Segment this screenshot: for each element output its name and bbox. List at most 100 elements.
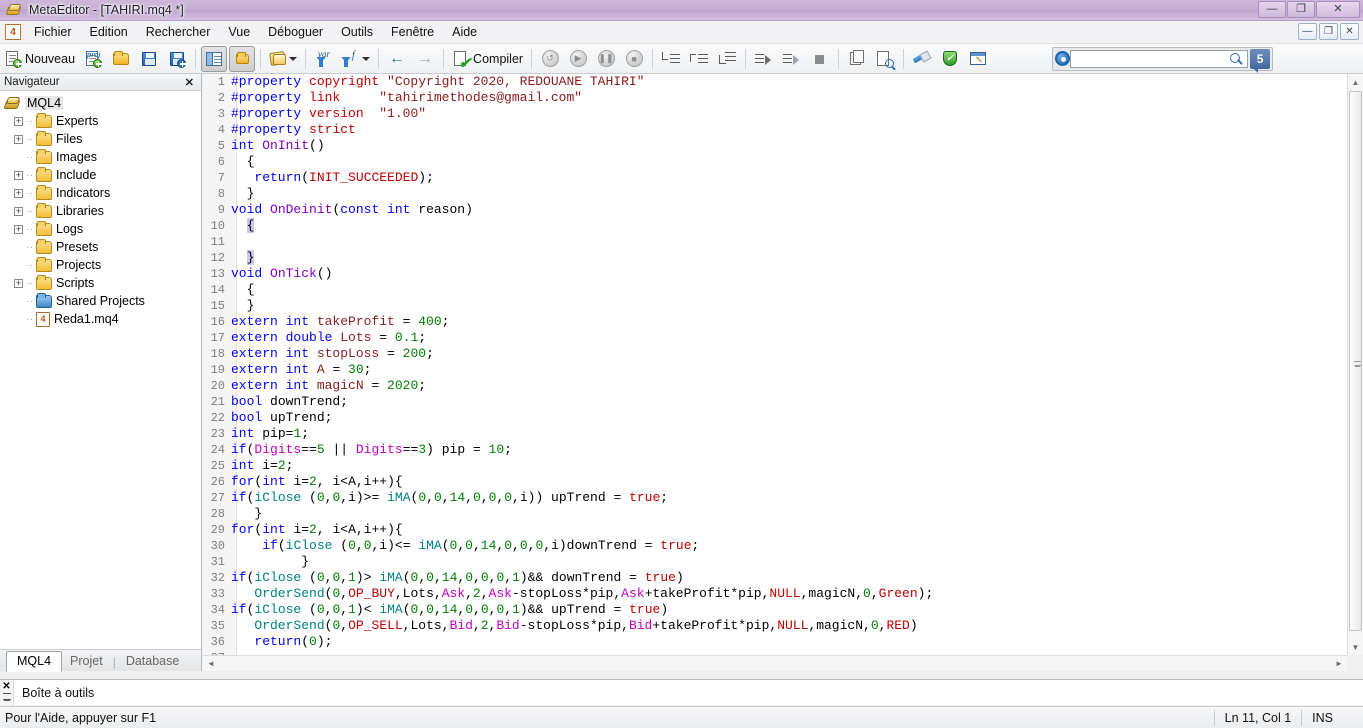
editor-horizontal-scrollbar[interactable]: ◄ ►	[203, 655, 1347, 671]
code-line[interactable]: 25int i=2;	[203, 458, 1347, 474]
chevron-down-icon[interactable]	[289, 57, 297, 61]
close-icon[interactable]: ✕	[182, 76, 197, 89]
menu-item-outils[interactable]: Outils	[332, 22, 382, 42]
compile-button[interactable]: ✔ Compiler	[449, 46, 526, 72]
code-line[interactable]: 32if(iClose (0,0,1)> iMA(0,0,14,0,0,0,1)…	[203, 570, 1347, 586]
tab-projet[interactable]: Projet	[62, 652, 111, 671]
step-out-button[interactable]	[658, 46, 684, 72]
code-line[interactable]: 20extern int magicN = 2020;	[203, 378, 1347, 394]
expand-icon[interactable]: +	[14, 171, 23, 180]
menu-item-fichier[interactable]: Fichier	[25, 22, 81, 42]
terminal-button[interactable]	[965, 46, 991, 72]
toggle-navigator-button[interactable]	[201, 46, 227, 72]
debug-restart-button[interactable]: ↺	[537, 46, 563, 72]
tree-item-reda1[interactable]: ·· 4 Reda1.mq4	[0, 310, 201, 328]
menu-item-aide[interactable]: Aide	[443, 22, 486, 42]
tree-item-shared-projects[interactable]: ·· Shared Projects	[0, 292, 201, 310]
code-lines[interactable]: 1#property copyright "Copyright 2020, RE…	[203, 74, 1347, 655]
gear-icon[interactable]	[1055, 51, 1070, 66]
mdi-minimize-button[interactable]: —	[1298, 23, 1317, 40]
navigate-back-button[interactable]: ←	[384, 46, 410, 72]
code-line[interactable]: 1#property copyright "Copyright 2020, RE…	[203, 74, 1347, 90]
code-line[interactable]: 24if(Digits==5 || Digits==3) pip = 10;	[203, 442, 1347, 458]
scroll-right-icon[interactable]: ►	[1331, 659, 1347, 668]
tree-item-include[interactable]: + ·· Include	[0, 166, 201, 184]
preview-button[interactable]	[872, 46, 898, 72]
code-line[interactable]: 3#property version "1.00"	[203, 106, 1347, 122]
insert-function-button[interactable]: f	[339, 46, 373, 72]
market-button[interactable]	[937, 46, 963, 72]
code-line[interactable]: 35 OrderSend(0,OP_SELL,Lots,Bid,2,Bid-st…	[203, 618, 1347, 634]
menu-item-vue[interactable]: Vue	[219, 22, 259, 42]
tree-item-images[interactable]: ·· Images	[0, 148, 201, 166]
open-button[interactable]	[108, 46, 134, 72]
code-line[interactable]: 15 }	[203, 298, 1347, 314]
code-line[interactable]: 8 }	[203, 186, 1347, 202]
code-area[interactable]: 1#property copyright "Copyright 2020, RE…	[203, 74, 1347, 655]
tree-item-files[interactable]: + ·· Files	[0, 130, 201, 148]
code-line[interactable]: 26for(int i=2, i<A,i++){	[203, 474, 1347, 490]
new-file-button[interactable]: Nouveau	[1, 46, 78, 72]
tree-item-indicators[interactable]: + ·· Indicators	[0, 184, 201, 202]
breakpoint-next-button[interactable]	[779, 46, 805, 72]
run-to-cursor-button[interactable]	[751, 46, 777, 72]
code-line[interactable]: 23int pip=1;	[203, 426, 1347, 442]
magnifier-icon[interactable]	[1228, 51, 1244, 67]
code-line[interactable]: 33 OrderSend(0,OP_BUY,Lots,Ask,2,Ask-sto…	[203, 586, 1347, 602]
code-line[interactable]: 7 return(INIT_SUCCEEDED);	[203, 170, 1347, 186]
insert-variable-button[interactable]: var	[311, 46, 337, 72]
code-line[interactable]: 5int OnInit()	[203, 138, 1347, 154]
debug-pause-button[interactable]: ❚❚	[593, 46, 619, 72]
tree-item-libraries[interactable]: + ·· Libraries	[0, 202, 201, 220]
expand-icon[interactable]: +	[14, 279, 23, 288]
debug-play-button[interactable]: ▶	[565, 46, 591, 72]
menu-item-fenetre[interactable]: Fenêtre	[382, 22, 443, 42]
code-line[interactable]: 27if(iClose (0,0,i)>= iMA(0,0,14,0,0,0,i…	[203, 490, 1347, 506]
menu-item-rechercher[interactable]: Rechercher	[137, 22, 220, 42]
vertical-scroll-thumb[interactable]	[1349, 91, 1362, 631]
window-maximize-button[interactable]: ❐	[1287, 1, 1315, 18]
code-line[interactable]: 4#property strict	[203, 122, 1347, 138]
expand-icon[interactable]: +	[14, 117, 23, 126]
menu-item-deboguer[interactable]: Déboguer	[259, 22, 332, 42]
search-input[interactable]	[1070, 50, 1248, 68]
expand-icon[interactable]: +	[14, 225, 23, 234]
scroll-left-icon[interactable]: ◄	[203, 659, 219, 668]
code-line[interactable]: 9void OnDeinit(const int reason)	[203, 202, 1347, 218]
expand-icon[interactable]: +	[14, 189, 23, 198]
tab-database[interactable]: Database	[118, 652, 188, 671]
styler-button[interactable]	[266, 46, 300, 72]
toggle-toolbox-button[interactable]	[229, 46, 255, 72]
tree-item-experts[interactable]: + ·· Experts	[0, 112, 201, 130]
expand-icon[interactable]: +	[14, 207, 23, 216]
scroll-up-icon[interactable]: ▲	[1348, 74, 1363, 90]
tree-item-scripts[interactable]: + ·· Scripts	[0, 274, 201, 292]
code-line[interactable]: 21bool downTrend;	[203, 394, 1347, 410]
code-line[interactable]: 22bool upTrend;	[203, 410, 1347, 426]
step-over-button[interactable]	[714, 46, 740, 72]
code-line[interactable]: 29for(int i=2, i<A,i++){	[203, 522, 1347, 538]
chevron-down-icon[interactable]	[362, 57, 370, 61]
window-close-button[interactable]: ✕	[1316, 1, 1360, 18]
code-line[interactable]: 12 }	[203, 250, 1347, 266]
code-line[interactable]: 30 if(iClose (0,0,i)<= iMA(0,0,14,0,0,0,…	[203, 538, 1347, 554]
close-icon[interactable]: ✕	[2, 682, 10, 691]
search-badge[interactable]: 5	[1250, 49, 1270, 69]
code-line[interactable]: 34if(iClose (0,0,1)< iMA(0,0,14,0,0,0,1)…	[203, 602, 1347, 618]
menu-item-edition[interactable]: Edition	[81, 22, 137, 42]
styler-brush-button[interactable]	[909, 46, 935, 72]
new-project-button[interactable]: proj	[80, 46, 106, 72]
editor-vertical-scrollbar[interactable]: ▲ ▼	[1347, 74, 1363, 655]
code-line[interactable]: 14 {	[203, 282, 1347, 298]
mdi-restore-button[interactable]: ❐	[1319, 23, 1338, 40]
tree-item-projects[interactable]: ·· Projects	[0, 256, 201, 274]
save-button[interactable]	[136, 46, 162, 72]
tab-mql4[interactable]: MQL4	[6, 651, 62, 672]
code-line[interactable]: 2#property link "tahirimethodes@gmail.co…	[203, 90, 1347, 106]
scroll-down-icon[interactable]: ▼	[1348, 639, 1363, 655]
code-line[interactable]: 18extern int stopLoss = 200;	[203, 346, 1347, 362]
code-line[interactable]: 10 {	[203, 218, 1347, 234]
code-editor[interactable]: 1#property copyright "Copyright 2020, RE…	[203, 74, 1363, 671]
tree-item-mql4-root[interactable]: MQL4	[0, 94, 201, 112]
hamburger-icon[interactable]	[3, 693, 11, 700]
